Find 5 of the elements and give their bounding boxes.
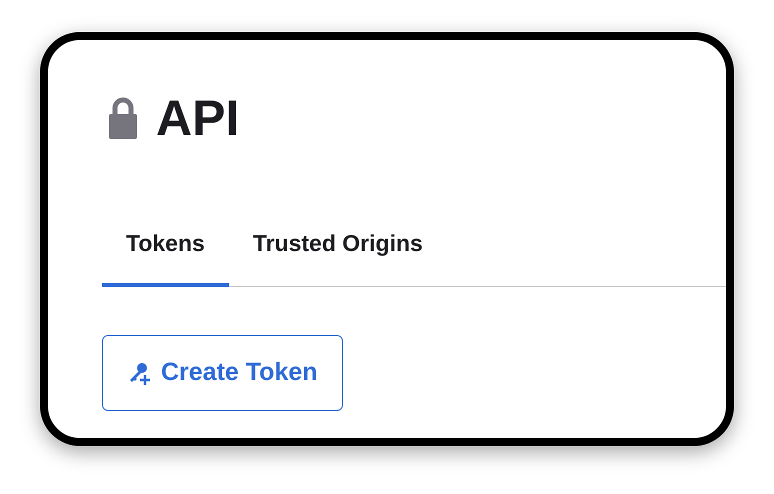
tab[interactable]: Tokens (102, 216, 229, 287)
page-title: API (156, 93, 240, 143)
tab[interactable]: Trusted Origins (228, 216, 447, 287)
create-token-button[interactable]: Create Token (102, 334, 343, 410)
lock-icon (108, 97, 138, 139)
